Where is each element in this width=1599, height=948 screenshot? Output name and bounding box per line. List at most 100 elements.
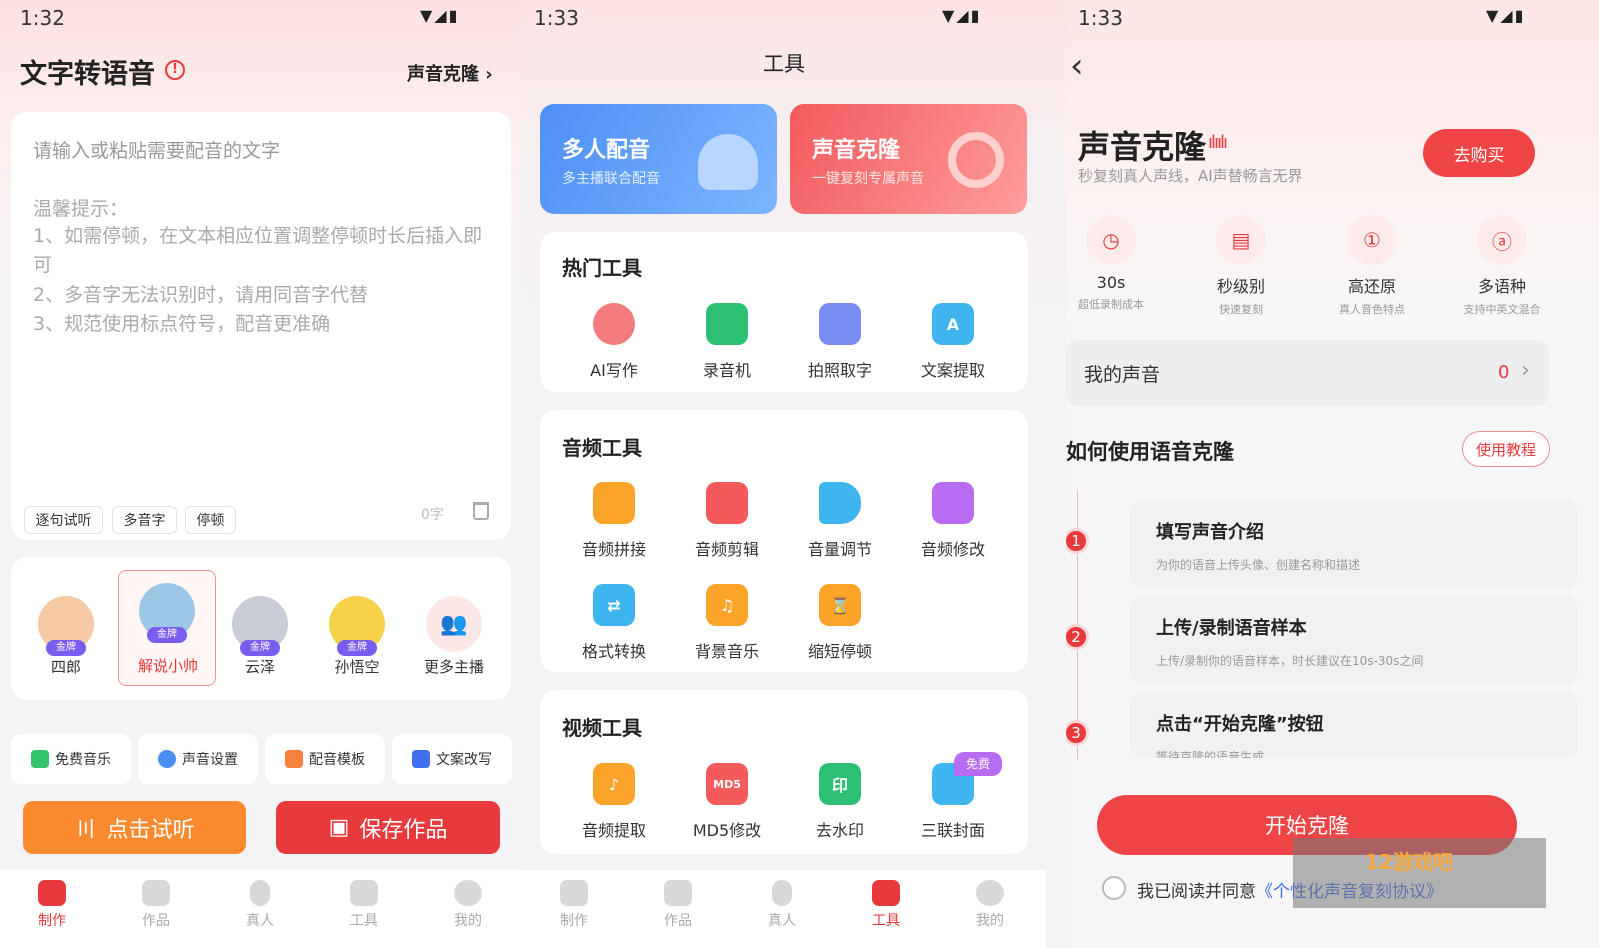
- nav-make[interactable]: 制作: [0, 870, 104, 948]
- step-1: 填写声音介绍 为你的语音上传头像、创建名称和描述: [1130, 500, 1578, 588]
- tool-ai-write[interactable]: AI写作: [559, 303, 669, 381]
- tool-audio-cut[interactable]: 音频剪辑: [672, 482, 782, 560]
- buy-button[interactable]: 去购买: [1423, 129, 1535, 177]
- nav-tools[interactable]: 工具: [312, 870, 416, 948]
- step-3: 点击“开始克隆”按钮 等待克隆的语音生成: [1130, 692, 1578, 758]
- multi-dub-banner[interactable]: 多人配音 多主播联合配音: [540, 104, 777, 214]
- tool-audio-modify[interactable]: 音频修改: [898, 482, 1008, 560]
- info-icon[interactable]: !: [165, 60, 185, 80]
- tool-recorder[interactable]: 录音机: [672, 303, 782, 381]
- tool-format-convert[interactable]: ⇄ 格式转换: [559, 584, 669, 662]
- document-icon: ▤: [1216, 215, 1266, 265]
- tutorial-button[interactable]: 使用教程: [1462, 431, 1550, 467]
- nav-real[interactable]: 真人: [208, 870, 312, 948]
- nav-real[interactable]: 真人: [730, 870, 834, 948]
- agree-label: 我已阅读并同意: [1137, 882, 1256, 902]
- nav-make[interactable]: 制作: [522, 870, 626, 948]
- my-voice-count: 0: [1498, 362, 1510, 383]
- tool-volume[interactable]: 音量调节: [785, 482, 895, 560]
- free-music-label: 免费音乐: [55, 752, 111, 768]
- bottom-nav: 制作 作品 真人 工具 我的: [0, 870, 522, 948]
- tool-label: 录音机: [702, 361, 751, 380]
- listen-button[interactable]: 〣点击试听: [23, 801, 246, 854]
- gold-badge: 金牌: [147, 627, 187, 643]
- voice-clone-link[interactable]: 声音克隆 ›: [407, 60, 493, 86]
- anchor-wukong[interactable]: 金牌 孙悟空: [308, 580, 406, 690]
- text-input-card[interactable]: 请输入或粘贴需要配音的文字 温馨提示： 1、如需停顿，在文本相应位置调整停顿时长…: [11, 112, 511, 540]
- page-subtitle: 秒复刻真人声线，AI声替畅言无界: [1078, 167, 1303, 185]
- pen-icon: [412, 750, 430, 768]
- anchor-jieshuo-selected[interactable]: 金牌 解说小帅: [118, 570, 216, 686]
- chip-sentence-listen[interactable]: 逐句试听: [24, 506, 103, 534]
- my-voice-row[interactable]: 我的声音 0 ›: [1066, 340, 1549, 406]
- tool-remove-watermark[interactable]: 印去水印: [785, 763, 895, 841]
- voice-settings-button[interactable]: 声音设置: [138, 734, 258, 784]
- step-desc: 等待克隆的语音生成: [1156, 750, 1265, 758]
- feature-fidelity: ① 高还原 真人音色特点: [1312, 215, 1432, 317]
- toolbox-icon: [872, 880, 900, 906]
- text-placeholder[interactable]: 请输入或粘贴需要配音的文字: [33, 136, 280, 163]
- anchor-name: 孙悟空: [334, 658, 380, 676]
- nav-works[interactable]: 作品: [626, 870, 730, 948]
- listen-label: 点击试听: [106, 817, 195, 843]
- chip-pause[interactable]: 停顿: [185, 506, 236, 534]
- step-2-number: 2: [1066, 624, 1089, 650]
- save-label: 保存作品: [359, 817, 448, 843]
- tool-label: 背景音乐: [694, 642, 759, 661]
- tips-title: 温馨提示：: [33, 198, 129, 220]
- dub-template-button[interactable]: 配音模板: [265, 734, 385, 784]
- banner-title: 声音克隆: [812, 138, 901, 163]
- free-music-button[interactable]: 免费音乐: [11, 734, 131, 784]
- hourglass-icon: ⌛: [819, 584, 861, 626]
- tool-md5[interactable]: MD5 MD5修改: [672, 763, 782, 841]
- voice-clone-banner[interactable]: 声音克隆 一键复刻专属声音: [790, 104, 1027, 214]
- tool-copy-extract[interactable]: A 文案提取: [898, 303, 1008, 381]
- gold-badge: 金牌: [337, 640, 377, 656]
- tool-shorten-pause[interactable]: ⌛ 缩短停顿: [785, 584, 895, 662]
- anchor-more[interactable]: 👥 更多主播: [405, 580, 503, 690]
- voice-clone-screen: 1:33 ▼◢▮ ‹ 声音克隆 ılıılı 秒复刻真人声线，AI声替畅言无界 …: [1066, 0, 1599, 948]
- back-icon[interactable]: ‹: [1070, 46, 1084, 86]
- dub-template-label: 配音模板: [309, 752, 365, 768]
- tool-bg-music[interactable]: ♫ 背景音乐: [672, 584, 782, 662]
- agree-checkbox[interactable]: [1102, 876, 1126, 900]
- video-tools-title: 视频工具: [562, 716, 642, 740]
- works-icon: [142, 880, 170, 906]
- status-icons: ▼◢▮: [942, 6, 982, 25]
- status-time: 1:33: [534, 6, 579, 30]
- mic-icon: [250, 880, 270, 906]
- chip-polyphone[interactable]: 多音字: [112, 506, 177, 534]
- watermark-text: 12游戏吧: [1365, 850, 1453, 874]
- voice-icon: [158, 750, 176, 768]
- anchor-name: 四郎: [50, 658, 81, 676]
- nav-label: 工具: [350, 913, 378, 929]
- my-voice-label: 我的声音: [1084, 364, 1161, 386]
- nav-tools[interactable]: 工具: [834, 870, 938, 948]
- feature-seconds: ▤ 秒级别 快速复刻: [1181, 215, 1301, 317]
- tool-photo-text[interactable]: 拍照取字: [785, 303, 895, 381]
- tool-label: 三联封面: [920, 821, 985, 840]
- feature-multilang: ⓐ 多语种 支持中英文混合: [1442, 215, 1562, 317]
- volume-icon: [819, 482, 861, 524]
- step-title: 填写声音介绍: [1156, 522, 1264, 543]
- convert-icon: ⇄: [593, 584, 635, 626]
- anchor-silang[interactable]: 金牌 四郎: [17, 580, 115, 690]
- page-title: 工具: [763, 52, 805, 76]
- step-1-number: 1: [1066, 528, 1089, 554]
- feature-30s: ◷ 30s 超低录制成本: [1066, 215, 1171, 312]
- avatar: 金牌: [329, 596, 385, 656]
- feature-main: 高还原: [1347, 277, 1396, 296]
- nav-mine[interactable]: 我的: [938, 870, 1042, 948]
- save-button[interactable]: ▣ 保存作品: [276, 801, 500, 854]
- nav-label: 制作: [38, 913, 66, 929]
- tool-audio-extract[interactable]: ♪ 音频提取: [559, 763, 669, 841]
- nav-mine[interactable]: 我的: [416, 870, 520, 948]
- nav-label: 真人: [768, 913, 796, 929]
- nav-label: 我的: [454, 913, 482, 929]
- tool-audio-join[interactable]: 音频拼接: [559, 482, 669, 560]
- trash-icon[interactable]: [473, 502, 489, 520]
- anchor-yunze[interactable]: 金牌 云泽: [211, 580, 309, 690]
- clock-icon: ◷: [1086, 215, 1136, 265]
- nav-works[interactable]: 作品: [104, 870, 208, 948]
- rewrite-button[interactable]: 文案改写: [392, 734, 512, 784]
